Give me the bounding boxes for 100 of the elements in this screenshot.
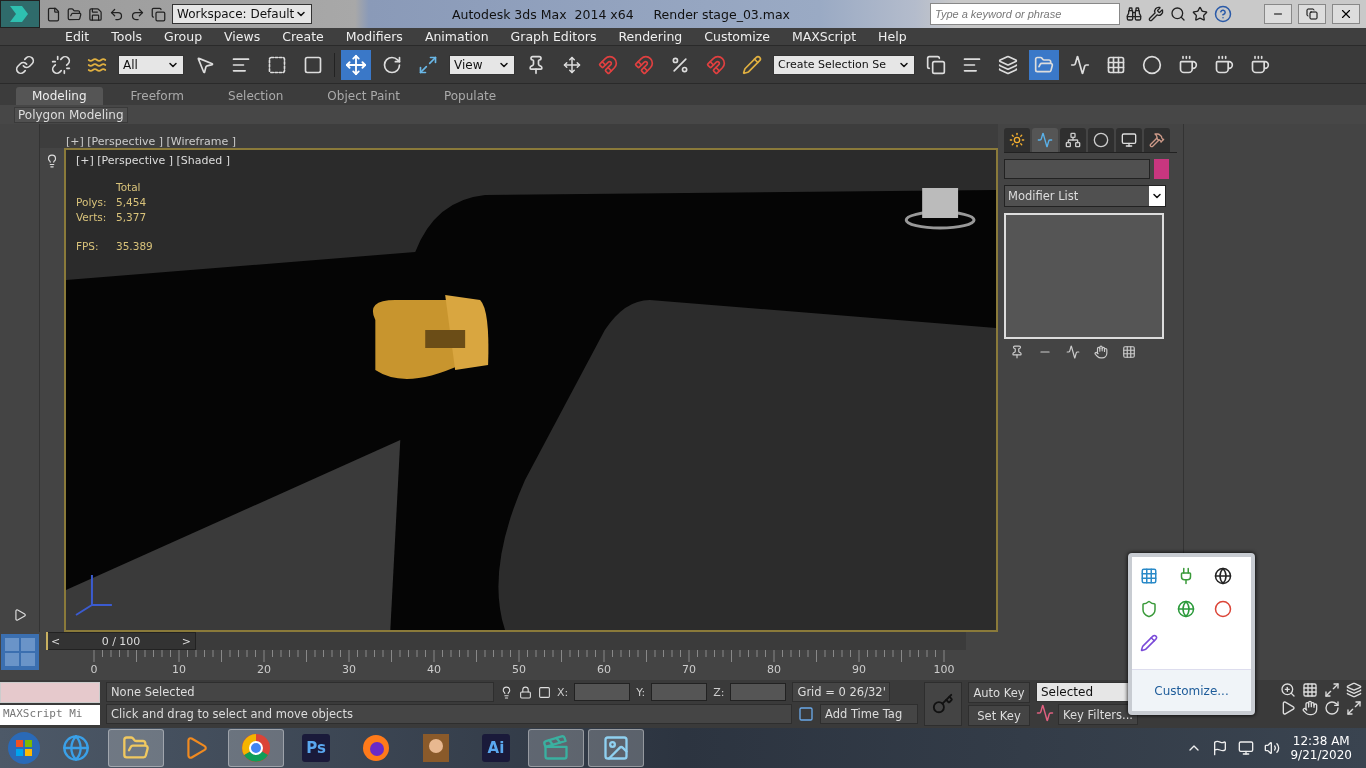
z-field[interactable] xyxy=(730,683,787,701)
help-icon[interactable] xyxy=(1214,5,1232,23)
auto-key-button[interactable]: Auto Key xyxy=(968,682,1030,703)
menu-item[interactable]: MAXScript xyxy=(780,29,868,44)
sun-icon xyxy=(1009,132,1025,148)
binoculars-icon[interactable] xyxy=(1126,6,1142,22)
restore-button[interactable] xyxy=(1298,4,1326,24)
frame-counter[interactable]: < 0 / 100 > xyxy=(46,632,196,650)
redo-icon[interactable] xyxy=(130,6,145,22)
y-field[interactable] xyxy=(651,683,708,701)
modifier-list-dropdown[interactable]: Modifier List xyxy=(1004,185,1166,207)
menu-item[interactable]: Modifiers xyxy=(334,29,414,44)
taskbar-app[interactable] xyxy=(108,729,164,767)
color-swatch[interactable] xyxy=(1154,159,1169,179)
image-icon xyxy=(602,734,630,762)
save-icon[interactable] xyxy=(88,6,103,22)
ribbon-tab[interactable]: Object Paint xyxy=(311,87,416,105)
listener-field[interactable] xyxy=(0,682,100,703)
lock-icon[interactable] xyxy=(519,685,532,699)
taskbar-app[interactable]: Ai xyxy=(468,729,524,767)
new-file-icon[interactable] xyxy=(46,6,61,22)
menu-item[interactable]: Customize xyxy=(693,29,781,44)
panel-tab[interactable] xyxy=(1004,128,1030,152)
menu-item[interactable]: Create xyxy=(271,29,335,44)
maximize-icon[interactable] xyxy=(1346,700,1362,716)
undo-icon[interactable] xyxy=(109,6,124,22)
panel-tab[interactable] xyxy=(1116,128,1142,152)
restore-icon xyxy=(1306,8,1318,20)
x-label: X: xyxy=(557,685,569,699)
maxscript-field[interactable]: MAXScript Mi xyxy=(0,705,100,725)
wrench-icon[interactable] xyxy=(1148,6,1164,22)
app-badge: Ai xyxy=(482,734,510,762)
menu-item[interactable]: Edit xyxy=(54,29,101,44)
app-badge: Ps xyxy=(302,734,330,762)
menu-item[interactable]: Help xyxy=(867,29,918,44)
ribbon-tab[interactable]: Freeform xyxy=(114,87,201,105)
close-icon xyxy=(1339,7,1353,21)
time-slider-track[interactable]: < 0 / 100 > xyxy=(46,632,966,650)
play-icon[interactable] xyxy=(12,608,27,622)
pin-icon[interactable] xyxy=(1010,345,1024,359)
tray-app-icon[interactable] xyxy=(1140,567,1158,585)
star-icon[interactable] xyxy=(1192,6,1208,22)
tick-label: 50 xyxy=(512,663,526,676)
ribbon-tab[interactable]: Populate xyxy=(427,87,513,105)
selection-set-dropdown[interactable]: Create Selection Se xyxy=(773,54,915,75)
prompt-text: Click and drag to select and move objects xyxy=(106,704,792,724)
open-folder-icon[interactable] xyxy=(67,6,82,22)
object-name-field[interactable] xyxy=(1004,159,1150,179)
zoom-icon[interactable] xyxy=(1280,682,1296,698)
panel-label[interactable]: Polygon Modeling xyxy=(14,106,128,123)
stat-value: 35.389 xyxy=(116,240,154,252)
z-label: Z: xyxy=(713,685,725,699)
menu-item[interactable]: Views xyxy=(213,29,272,44)
close-button[interactable] xyxy=(1332,4,1360,24)
hammer-icon xyxy=(1149,132,1165,148)
minimize-button[interactable] xyxy=(1264,4,1292,24)
viewport-label[interactable]: [+] [Perspective ] [Wireframe ] xyxy=(66,135,237,148)
panel-tab[interactable] xyxy=(1144,128,1170,152)
curve-icon[interactable] xyxy=(1036,704,1054,722)
menu-item[interactable]: Group xyxy=(153,29,214,44)
flag-icon[interactable] xyxy=(1212,740,1229,756)
taskbar-app[interactable] xyxy=(228,729,284,767)
globe-icon[interactable] xyxy=(1177,600,1195,619)
x-field[interactable] xyxy=(574,683,631,701)
hierarchy-icon xyxy=(1065,132,1081,148)
zoom-extents-icon[interactable] xyxy=(1324,682,1340,698)
workspace-dropdown[interactable]: Workspace: Default xyxy=(172,4,312,24)
panel-tab[interactable] xyxy=(1088,128,1114,152)
taskbar-app[interactable] xyxy=(588,729,644,767)
grid-status: Grid = 0 26/32' xyxy=(792,682,891,702)
app-logo-button[interactable] xyxy=(0,0,40,28)
y-label: Y: xyxy=(636,685,646,699)
key-filters-button[interactable]: Key Filters... xyxy=(1058,704,1138,725)
shield-icon[interactable] xyxy=(1140,600,1158,619)
move-icon[interactable] xyxy=(341,49,371,80)
menu-item[interactable]: Tools xyxy=(100,29,153,44)
tick-label: 10 xyxy=(172,663,186,676)
pan-icon[interactable] xyxy=(1302,700,1318,716)
ribbon-tab[interactable]: Modeling xyxy=(16,87,103,105)
viewport[interactable]: [+] [Perspective ] [Shaded ] Total Polys: 5,454 Verts: 5,377 FPS: 35.389 xyxy=(64,148,998,632)
tick-label: 60 xyxy=(597,663,611,676)
tick-label: 40 xyxy=(427,663,441,676)
add-time-tag: Add Time Tag xyxy=(820,704,918,724)
reference-coordinate-dropdown[interactable]: View xyxy=(449,54,515,75)
clock[interactable]: 12:38 AM 9/21/2020 xyxy=(1290,734,1352,762)
search-field[interactable]: Type a keyword or phrase xyxy=(930,3,1120,25)
set-key-button[interactable]: Set Key xyxy=(968,705,1030,726)
selection-filter-dropdown[interactable]: All xyxy=(118,54,184,75)
pen-icon[interactable] xyxy=(1140,633,1158,652)
monitor-icon xyxy=(1121,132,1137,148)
menu-item[interactable]: Graph Editors xyxy=(499,29,608,44)
taskbar-app[interactable]: Ps xyxy=(288,729,344,767)
panel-tab[interactable] xyxy=(1060,128,1086,152)
viewport-label[interactable]: [+] [Perspective ] [Shaded ] xyxy=(76,154,231,167)
volume-icon[interactable] xyxy=(1264,740,1281,756)
ribbon-tab[interactable]: Selection xyxy=(212,87,300,105)
menu-item[interactable]: Animation xyxy=(413,29,500,44)
network-icon[interactable] xyxy=(1238,740,1255,756)
light-icon[interactable] xyxy=(45,154,59,168)
menu-item[interactable]: Rendering xyxy=(607,29,694,44)
